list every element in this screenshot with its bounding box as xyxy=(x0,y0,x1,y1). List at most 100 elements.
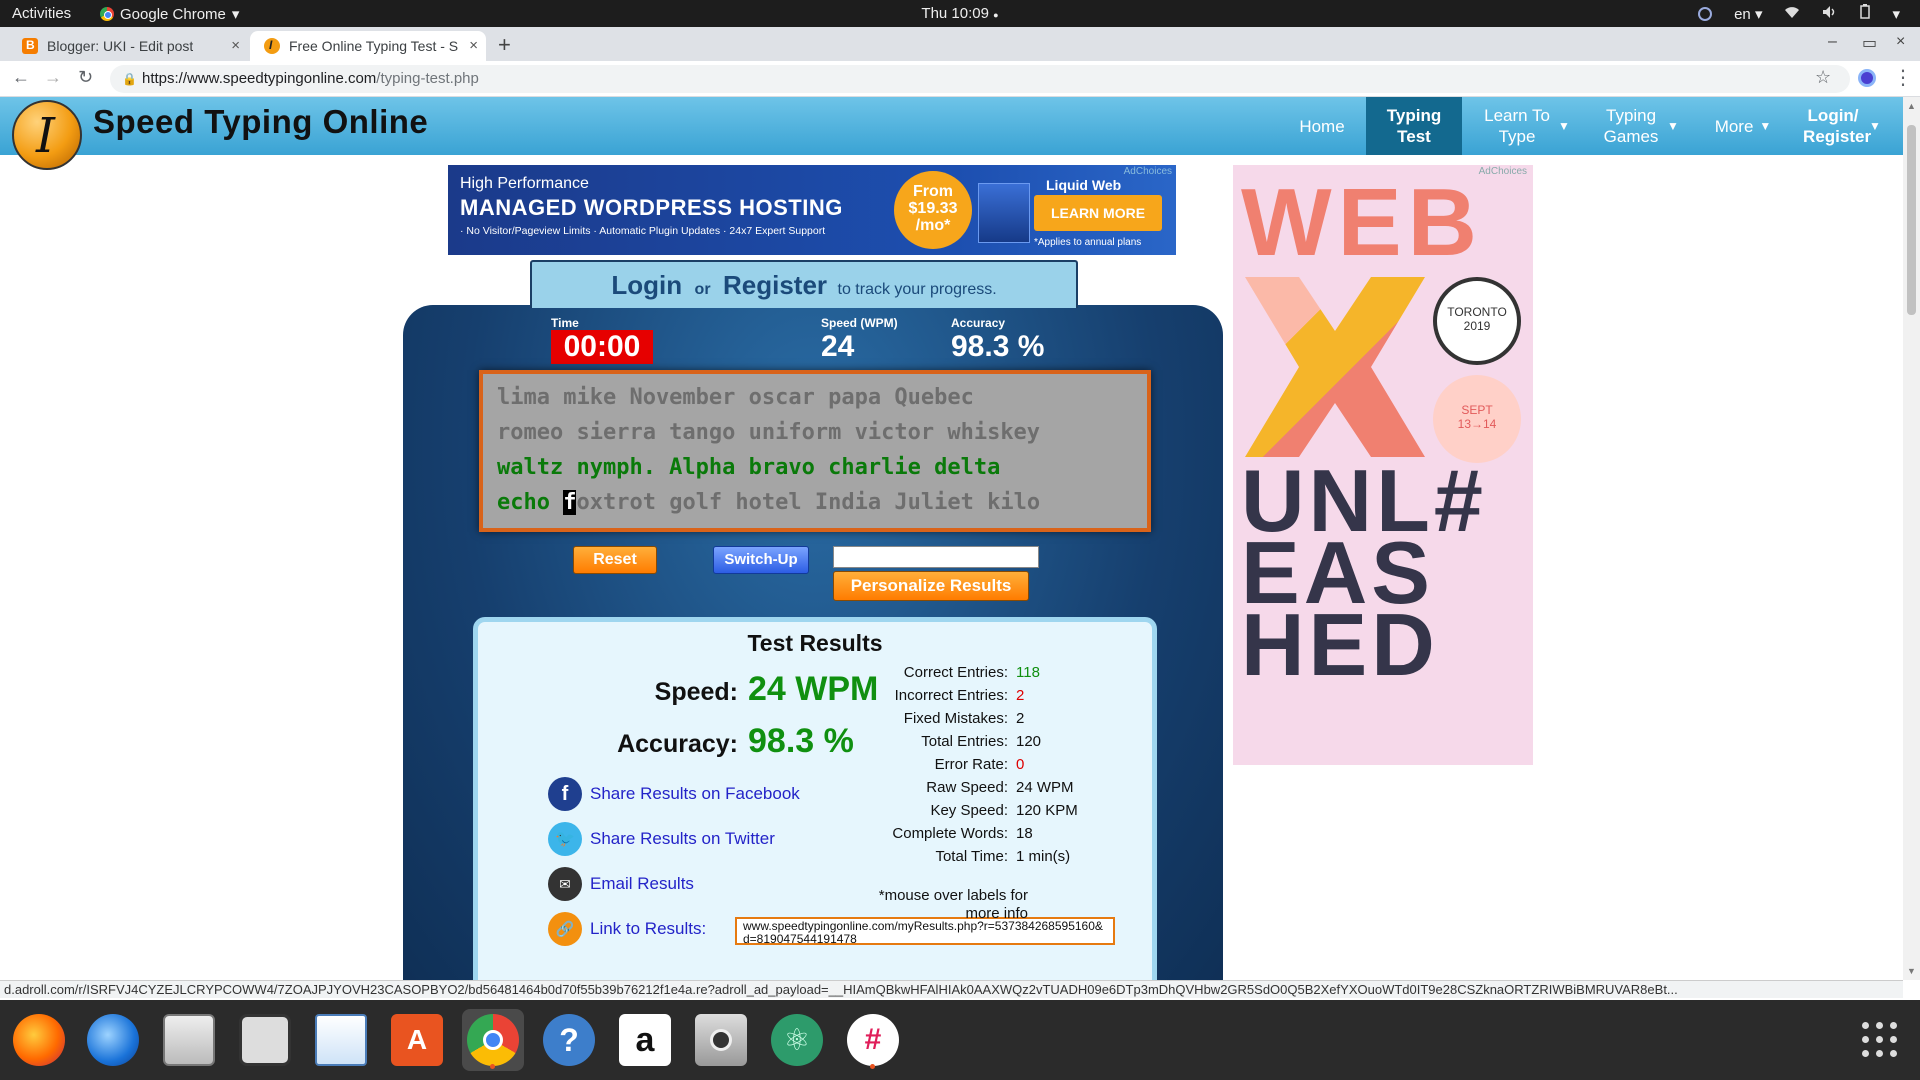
stat-raw-speed[interactable]: Raw Speed: 24 WPM xyxy=(808,776,1158,799)
result-accuracy-label[interactable]: Accuracy: xyxy=(478,730,738,759)
network-applet-icon[interactable] xyxy=(1698,6,1713,21)
system-tray[interactable]: en ▾ ▾ xyxy=(1698,4,1900,23)
maximize-button[interactable]: ▭ xyxy=(1862,33,1877,53)
ad-banner-wordpress-hosting[interactable]: High Performance MANAGED WORDPRESS HOSTI… xyxy=(448,165,1176,255)
web-page: Speed Typing Online Home Typing Test Lea… xyxy=(0,97,1903,980)
new-tab-button[interactable]: + xyxy=(498,32,511,58)
url-host: https://www.speedtypingonline.com xyxy=(142,70,377,87)
atom-icon[interactable]: ⚛ xyxy=(766,1009,828,1071)
ad-unleashed-text: UNL# EAS HED xyxy=(1241,451,1487,694)
name-input[interactable] xyxy=(833,546,1039,568)
clock[interactable]: Thu 10:09 xyxy=(921,5,989,22)
switch-up-button[interactable]: Switch-Up xyxy=(713,546,809,574)
software-center-icon[interactable]: A xyxy=(386,1009,448,1071)
slack-icon[interactable]: # xyxy=(842,1009,904,1071)
chrome-menu-icon[interactable]: ⋮ xyxy=(1893,65,1913,90)
ad-headline: MANAGED WORDPRESS HOSTING xyxy=(460,195,843,220)
tab-typing-test[interactable]: Free Online Typing Test - S × xyxy=(250,31,486,61)
writer-icon[interactable] xyxy=(310,1009,372,1071)
wifi-icon xyxy=(1784,5,1800,23)
page-scrollbar[interactable]: ▲ ▼ xyxy=(1903,97,1920,980)
ad-learn-more-button[interactable]: LEARN MORE xyxy=(1034,195,1162,231)
screenshot-icon[interactable] xyxy=(690,1009,752,1071)
files-icon[interactable] xyxy=(158,1009,220,1071)
twitter-icon: 🐦 xyxy=(548,822,582,856)
personalize-results-button[interactable]: Personalize Results xyxy=(833,571,1029,601)
scroll-down-icon[interactable]: ▼ xyxy=(1907,966,1916,976)
link-to-results[interactable]: 🔗 Link to Results: xyxy=(548,912,706,946)
close-tab-icon[interactable]: × xyxy=(469,37,478,54)
reload-button[interactable]: ↻ xyxy=(78,67,93,88)
link-icon: 🔗 xyxy=(548,912,582,946)
stat-fixed-mistakes[interactable]: Fixed Mistakes: 2 xyxy=(808,707,1158,730)
tab-blogger[interactable]: Blogger: UKI - Edit post × xyxy=(8,31,248,61)
login-register-bar: Login or Register to track your progress… xyxy=(530,260,1078,308)
site-name[interactable]: Speed Typing Online xyxy=(93,103,428,141)
share-facebook-link[interactable]: f Share Results on Facebook xyxy=(548,777,800,811)
language-indicator[interactable]: en ▾ xyxy=(1734,5,1762,23)
stat-incorrect-entries[interactable]: Incorrect Entries: 2 xyxy=(808,684,1158,707)
show-applications-icon[interactable] xyxy=(1862,1022,1898,1058)
reset-button[interactable]: Reset xyxy=(573,546,657,574)
chevron-down-icon: ▼ xyxy=(1869,118,1881,133)
address-bar[interactable]: 🔒 https://www.speedtypingonline.com/typi… xyxy=(110,65,1850,93)
url-path: /typing-test.php xyxy=(376,70,479,87)
nav-login-register[interactable]: Login/ Register ▼ xyxy=(1790,97,1894,155)
nav-typing-test[interactable]: Typing Test xyxy=(1366,97,1462,155)
accuracy-label: Accuracy xyxy=(951,316,1006,330)
lock-icon[interactable]: 🔒 xyxy=(122,65,137,93)
scrollbar-thumb[interactable] xyxy=(1907,125,1916,315)
amazon-icon[interactable]: a xyxy=(614,1009,676,1071)
close-tab-icon[interactable]: × xyxy=(231,37,240,54)
speed-label: Speed (WPM) xyxy=(821,316,898,330)
app-menu[interactable]: Google Chrome ▾ xyxy=(100,5,239,23)
running-indicator xyxy=(490,1064,495,1069)
typing-text-area[interactable]: lima mike November oscar papa Quebec rom… xyxy=(479,370,1151,532)
envelope-icon: ✉ xyxy=(548,867,582,901)
browser-toolbar: ← → ↻ 🔒 https://www.speedtypingonline.co… xyxy=(0,61,1920,97)
result-speed-label[interactable]: Speed: xyxy=(478,678,738,707)
cursor-char: f xyxy=(563,490,577,515)
adchoices-link[interactable]: AdChoices xyxy=(1124,166,1172,177)
notification-dot-icon: ● xyxy=(993,10,999,20)
back-button[interactable]: ← xyxy=(12,67,30,88)
chevron-down-icon[interactable]: ▾ xyxy=(1892,5,1900,23)
stat-complete-words[interactable]: Complete Words: 18 xyxy=(808,822,1158,845)
nav-home[interactable]: Home xyxy=(1292,97,1352,155)
timer-display: 00:00 xyxy=(551,330,653,364)
accuracy-value: 98.3 % xyxy=(951,330,1045,363)
nav-learn-to-type[interactable]: Learn To Type ▼ xyxy=(1476,97,1576,155)
email-results-link[interactable]: ✉ Email Results xyxy=(548,867,694,901)
activities-button[interactable]: Activities xyxy=(12,5,71,22)
firefox-icon[interactable] xyxy=(8,1009,70,1071)
bookmark-star-icon[interactable]: ☆ xyxy=(1815,67,1831,88)
register-link[interactable]: Register xyxy=(723,270,827,300)
ad-web-unleashed[interactable]: AdChoices WEB TORONTO 2019 SEPT 13→14 UN… xyxy=(1233,165,1533,765)
help-icon[interactable]: ? xyxy=(538,1009,600,1071)
ad-price-badge: From $19.33 /mo* xyxy=(894,171,972,249)
nav-more[interactable]: More ▼ xyxy=(1700,97,1786,155)
ad-line1: High Performance xyxy=(460,175,589,192)
scroll-up-icon[interactable]: ▲ xyxy=(1907,101,1916,111)
typed-text: echo xyxy=(497,490,564,515)
thunderbird-icon[interactable] xyxy=(82,1009,144,1071)
close-window-button[interactable]: × xyxy=(1896,33,1905,51)
forward-button[interactable]: → xyxy=(44,67,62,88)
track-progress-text: to track your progress. xyxy=(837,281,997,298)
nav-typing-games[interactable]: Typing Games ▼ xyxy=(1588,97,1692,155)
stat-total-time[interactable]: Total Time: 1 min(s) xyxy=(808,845,1158,868)
stat-correct-entries[interactable]: Correct Entries: 118 xyxy=(808,661,1158,684)
extension-icon[interactable] xyxy=(1858,69,1876,87)
stat-key-speed[interactable]: Key Speed: 120 KPM xyxy=(808,799,1158,822)
login-link[interactable]: Login xyxy=(611,270,682,300)
results-title: Test Results xyxy=(747,630,883,656)
share-twitter-link[interactable]: 🐦 Share Results on Twitter xyxy=(548,822,775,856)
rhythmbox-icon[interactable] xyxy=(234,1009,296,1071)
stat-error-rate[interactable]: Error Rate: 0 xyxy=(808,753,1158,776)
chrome-icon[interactable] xyxy=(462,1009,524,1071)
stat-total-entries[interactable]: Total Entries: 120 xyxy=(808,730,1158,753)
adchoices-link[interactable]: AdChoices xyxy=(1479,166,1527,177)
minimize-button[interactable]: – xyxy=(1828,33,1837,51)
ubuntu-dock: A ? a ⚛ # xyxy=(0,1000,1920,1080)
site-logo[interactable]: I xyxy=(12,100,82,170)
